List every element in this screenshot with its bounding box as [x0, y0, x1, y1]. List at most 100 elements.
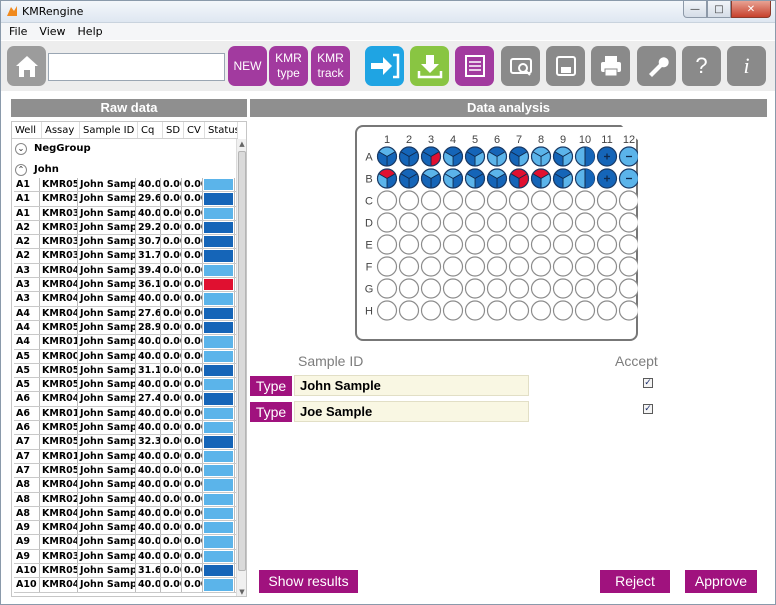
- sample-id-field[interactable]: Joe Sample: [294, 401, 529, 422]
- table-row[interactable]: A1KMR050John Sample40.000.000.00: [14, 178, 236, 193]
- plate-well[interactable]: [508, 190, 530, 211]
- accept-checkbox[interactable]: ✓: [643, 404, 653, 414]
- plate-well[interactable]: [376, 234, 398, 255]
- table-row[interactable]: A1KMR036John Sample40.000.000.00: [14, 206, 236, 221]
- plate-well[interactable]: [398, 278, 420, 299]
- table-row[interactable]: A5KMR053John Sample40.000.000.00: [14, 378, 236, 393]
- report-button[interactable]: [455, 46, 494, 86]
- plate-well[interactable]: [376, 146, 398, 167]
- plate-well[interactable]: [618, 278, 639, 299]
- plate-well[interactable]: [552, 146, 574, 167]
- table-row[interactable]: A2KMR037John Sample29.230.000.00: [14, 220, 236, 236]
- scroll-up-icon[interactable]: ▲: [237, 139, 246, 149]
- plate-well[interactable]: [442, 168, 464, 189]
- plate-well[interactable]: [574, 146, 596, 167]
- plate-well[interactable]: [574, 168, 596, 189]
- plate-well[interactable]: [552, 190, 574, 211]
- plate-well[interactable]: [398, 256, 420, 277]
- table-row[interactable]: A5KMR052John Sample31.120.000.00: [14, 363, 236, 379]
- table-row[interactable]: A4KMR051John Sample28.900.000.00: [14, 320, 236, 336]
- menu-view[interactable]: View: [39, 25, 65, 38]
- plate-well[interactable]: [376, 190, 398, 211]
- plate-well[interactable]: [574, 234, 596, 255]
- plate-well[interactable]: [596, 212, 618, 233]
- plate-well[interactable]: [530, 256, 552, 277]
- table-row[interactable]: A10KMR057John Sample31.670.000.00: [14, 564, 236, 579]
- plate-well[interactable]: [530, 146, 552, 167]
- plate-well[interactable]: [508, 300, 530, 321]
- plate-well[interactable]: [618, 256, 639, 277]
- plate-well[interactable]: [530, 168, 552, 189]
- plate-well[interactable]: [508, 146, 530, 167]
- plate-well[interactable]: [420, 168, 442, 189]
- plate-well[interactable]: [574, 190, 596, 211]
- raw-data-scrollbar[interactable]: ▲ ▼: [236, 139, 246, 596]
- plate-well[interactable]: [486, 168, 508, 189]
- settings-button[interactable]: [637, 46, 676, 86]
- maximize-icon[interactable]: □: [707, 1, 731, 18]
- print-button[interactable]: [591, 46, 630, 86]
- info-button[interactable]: i: [727, 46, 766, 86]
- plate-well[interactable]: [398, 190, 420, 211]
- plate-well[interactable]: [552, 212, 574, 233]
- menu-help[interactable]: Help: [78, 25, 103, 38]
- plate-well[interactable]: [464, 256, 486, 277]
- menu-file[interactable]: File: [9, 25, 27, 38]
- column-assay[interactable]: Assay: [42, 122, 80, 138]
- plate-well[interactable]: [596, 190, 618, 211]
- search-plate-button[interactable]: [501, 46, 540, 86]
- table-row[interactable]: A8KMR046John Sample40.000.000.00: [14, 506, 236, 522]
- plate-well[interactable]: [464, 234, 486, 255]
- plate-well[interactable]: [442, 146, 464, 167]
- plate-well[interactable]: [486, 190, 508, 211]
- column-sd[interactable]: SD: [163, 122, 184, 138]
- plate-well[interactable]: [530, 212, 552, 233]
- plate-well[interactable]: [398, 234, 420, 255]
- plate-well[interactable]: [618, 300, 639, 321]
- type-button-sample-2[interactable]: Type: [250, 402, 292, 422]
- table-row[interactable]: A1KMR035John Sample29.600.000.00: [14, 192, 236, 207]
- save-button[interactable]: [546, 46, 585, 86]
- plate-well[interactable]: [486, 300, 508, 321]
- table-row[interactable]: A9KMR048John Sample40.000.000.00: [14, 535, 236, 550]
- table-row[interactable]: A3KMR041John Sample36.120.000.00: [14, 278, 236, 293]
- plate-well[interactable]: [442, 278, 464, 299]
- plate-well[interactable]: [618, 190, 639, 211]
- group-neggroup[interactable]: ⌄ NegGroup: [12, 141, 236, 157]
- reject-button[interactable]: Reject: [600, 570, 670, 593]
- plate-well[interactable]: [618, 212, 639, 233]
- plate-well[interactable]: [376, 256, 398, 277]
- type-button-sample-1[interactable]: Type: [250, 376, 292, 396]
- plate-well[interactable]: [574, 256, 596, 277]
- plate-well[interactable]: [596, 300, 618, 321]
- table-row[interactable]: A2KMR038John Sample30.700.000.00: [14, 235, 236, 250]
- plate-well[interactable]: [574, 278, 596, 299]
- plate-well[interactable]: [376, 300, 398, 321]
- plate-well[interactable]: [596, 278, 618, 299]
- plate-well[interactable]: [442, 212, 464, 233]
- table-row[interactable]: A8KMR045John Sample40.000.000.00: [14, 478, 236, 493]
- plate-well[interactable]: [420, 278, 442, 299]
- table-row[interactable]: A3KMR042John Sample40.000.000.00: [14, 292, 236, 307]
- plate-well[interactable]: [376, 168, 398, 189]
- plate-well[interactable]: [442, 256, 464, 277]
- plate-well[interactable]: [508, 234, 530, 255]
- plate-well[interactable]: [574, 300, 596, 321]
- plate-well[interactable]: [552, 234, 574, 255]
- plate-well[interactable]: [420, 256, 442, 277]
- column-well[interactable]: Well: [12, 122, 42, 138]
- home-button[interactable]: [7, 46, 46, 86]
- plate-well[interactable]: [530, 190, 552, 211]
- column-cv[interactable]: CV: [184, 122, 205, 138]
- plate-well[interactable]: [420, 190, 442, 211]
- plate-well[interactable]: [618, 146, 639, 167]
- plate-well[interactable]: [420, 146, 442, 167]
- plate-well[interactable]: [596, 234, 618, 255]
- plate-well[interactable]: [398, 146, 420, 167]
- plate-well[interactable]: [442, 234, 464, 255]
- plate-well[interactable]: [486, 278, 508, 299]
- minimize-icon[interactable]: —: [683, 1, 707, 18]
- download-button[interactable]: [410, 46, 449, 86]
- accept-checkbox[interactable]: ✓: [643, 378, 653, 388]
- plate-well[interactable]: [552, 168, 574, 189]
